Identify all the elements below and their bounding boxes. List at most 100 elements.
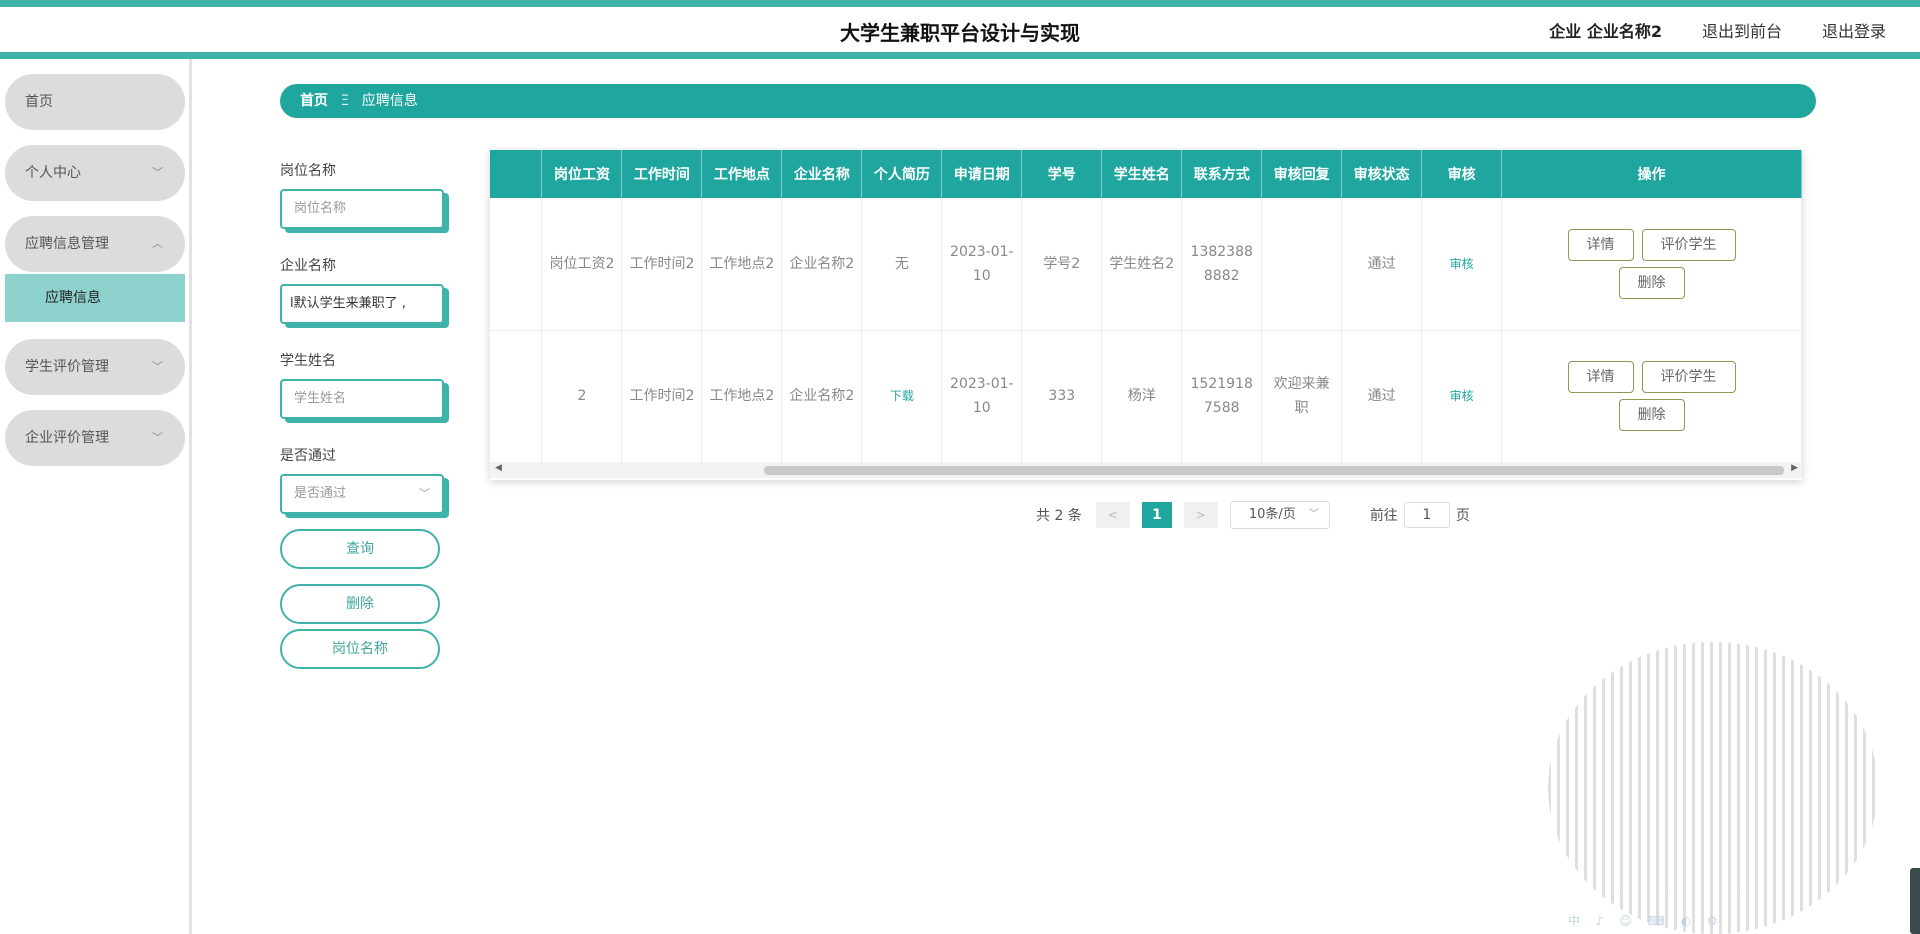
breadcrumb-home[interactable]: 首页	[300, 93, 328, 109]
table-cell: 学生姓名2	[1101, 198, 1183, 331]
table-cell	[1261, 198, 1343, 331]
sidebar-item-label: 学生评价管理	[25, 359, 109, 375]
top-header: 大学生兼职平台设计与实现 企业 企业名称2 退出到前台 退出登录	[0, 0, 1920, 59]
table-cell: 2	[541, 330, 623, 463]
position-name-button[interactable]: 岗位名称	[280, 629, 440, 669]
position-name-input[interactable]: 岗位名称	[280, 189, 444, 229]
row-delete-button[interactable]: 删除	[1618, 266, 1685, 299]
table-cell: 通过	[1341, 330, 1423, 463]
table-cell	[490, 330, 543, 463]
logout-link[interactable]: 退出登录	[1822, 18, 1886, 42]
table-cell: 333	[1021, 330, 1103, 463]
rate-student-button[interactable]: 评价学生	[1641, 228, 1736, 261]
column-header	[490, 150, 543, 198]
sidebar-item-student-review-management[interactable]: 学生评价管理 ﹀	[5, 339, 185, 395]
table-cell: 2023-01-10	[941, 330, 1023, 463]
column-header: 岗位工资	[541, 150, 623, 198]
column-header: 工作地点	[701, 150, 783, 198]
table-cell: 15219187588	[1181, 330, 1263, 463]
sidebar-item-label: 首页	[25, 94, 53, 110]
next-page-button[interactable]: >	[1183, 502, 1218, 528]
current-user-label: 企业 企业名称2	[1549, 22, 1662, 41]
horizontal-scrollbar[interactable]: ◀ ▶	[490, 462, 1802, 478]
scroll-right-icon[interactable]: ▶	[1791, 463, 1798, 473]
pagination: 共 2 条 < 1 > 10条/页 ﹀ 前往 1 页	[1036, 501, 1470, 529]
pagination-total: 共 2 条	[1036, 508, 1082, 524]
delete-button[interactable]: 删除	[280, 584, 440, 624]
goto-page-input[interactable]: 1	[1403, 502, 1450, 528]
page-size-select[interactable]: 10条/页 ﹀	[1229, 501, 1330, 529]
pass-status-select[interactable]: 是否通过 ﹀	[280, 474, 444, 514]
student-name-input[interactable]: 学生姓名	[280, 379, 444, 419]
table-cell: 企业名称2	[781, 330, 863, 463]
scroll-left-icon[interactable]: ◀	[495, 463, 502, 473]
table-cell: 2023-01-10	[941, 198, 1023, 331]
table-cell: 杨洋	[1101, 330, 1183, 463]
audit-link[interactable]: 审核	[1421, 198, 1503, 331]
row-delete-button[interactable]: 删除	[1618, 399, 1685, 431]
table-header-row: 岗位工资 工作时间 工作地点 企业名称 个人简历 申请日期 学号 学生姓名 联系…	[490, 150, 1802, 198]
ime-toolbar: 中 ♪ ☺ ⌨ ◐ ⚙	[1568, 914, 1724, 928]
resume-download-link[interactable]: 下载	[861, 330, 943, 463]
detail-button[interactable]: 详情	[1567, 361, 1634, 393]
floating-edge-widget[interactable]	[1910, 868, 1920, 934]
column-header: 审核	[1421, 150, 1503, 198]
chevron-down-icon: ﹀	[152, 166, 163, 179]
table-cell: 欢迎来兼职	[1261, 330, 1343, 463]
chevron-down-icon: ﹀	[419, 487, 430, 500]
sidebar-item-label: 应聘信息	[45, 290, 101, 306]
table-cell: 学号2	[1021, 198, 1103, 331]
table-cell	[490, 198, 543, 331]
prev-page-button[interactable]: <	[1095, 502, 1130, 528]
column-header: 学号	[1021, 150, 1103, 198]
sidebar-subitem-application-info[interactable]: 应聘信息	[5, 274, 185, 322]
table-cell: 工作地点2	[701, 330, 783, 463]
column-header: 审核回复	[1261, 150, 1343, 198]
sidebar-item-personal-center[interactable]: 个人中心 ﹀	[5, 145, 185, 201]
chevron-down-icon: ﹀	[152, 360, 163, 373]
column-header: 学生姓名	[1101, 150, 1183, 198]
column-header: 联系方式	[1181, 150, 1263, 198]
column-header: 个人简历	[861, 150, 943, 198]
breadcrumb-separator-icon: Ξ	[340, 93, 350, 109]
page-number-button[interactable]: 1	[1141, 502, 1172, 528]
decorative-striped-circle	[1548, 642, 1878, 934]
sidebar-item-company-review-management[interactable]: 企业评价管理 ﹀	[5, 410, 185, 466]
company-name-label: 企业名称	[280, 258, 336, 274]
detail-button[interactable]: 详情	[1567, 228, 1634, 261]
application-table: 岗位工资 工作时间 工作地点 企业名称 个人简历 申请日期 学号 学生姓名 联系…	[490, 150, 1802, 480]
column-header: 审核状态	[1341, 150, 1423, 198]
header-actions: 企业 企业名称2 退出到前台 退出登录	[1549, 18, 1886, 42]
student-name-label: 学生姓名	[280, 353, 336, 369]
column-header: 企业名称	[781, 150, 863, 198]
chevron-down-icon: ﹀	[152, 431, 163, 444]
position-name-label: 岗位名称	[280, 163, 336, 179]
audit-link[interactable]: 审核	[1421, 330, 1503, 463]
sidebar-item-application-management[interactable]: 应聘信息管理 ︿	[5, 216, 185, 272]
breadcrumb: 首页 Ξ 应聘信息	[280, 84, 1816, 118]
sidebar-item-home[interactable]: 首页	[5, 74, 185, 130]
table-cell: 工作时间2	[621, 330, 703, 463]
operations-cell: 详情 评价学生 删除	[1501, 330, 1802, 463]
chevron-down-icon: ﹀	[1308, 509, 1319, 520]
scrollbar-thumb[interactable]	[764, 466, 1784, 475]
table-row: 岗位工资2 工作时间2 工作地点2 企业名称2 无 2023-01-10 学号2…	[490, 198, 1802, 331]
breadcrumb-current: 应聘信息	[361, 93, 418, 109]
company-name-input[interactable]: l默认学生来兼职了 ,	[280, 284, 444, 324]
sidebar-item-label: 应聘信息管理	[25, 236, 109, 252]
table-cell: 13823888882	[1181, 198, 1263, 331]
rate-student-button[interactable]: 评价学生	[1641, 361, 1736, 393]
sidebar-item-label: 个人中心	[25, 165, 81, 181]
table-cell: 企业名称2	[781, 198, 863, 331]
column-header: 操作	[1501, 150, 1802, 198]
pass-status-label: 是否通过	[280, 448, 336, 464]
page-suffix-label: 页	[1455, 508, 1470, 524]
column-header: 工作时间	[621, 150, 703, 198]
table-cell: 工作时间2	[621, 198, 703, 331]
goto-label: 前往	[1369, 508, 1398, 524]
page-size-value: 10条/页	[1248, 507, 1296, 522]
query-button[interactable]: 查询	[280, 529, 440, 569]
back-to-front-link[interactable]: 退出到前台	[1702, 18, 1782, 42]
table-cell: 无	[861, 198, 943, 331]
sidebar-item-label: 企业评价管理	[25, 430, 109, 446]
